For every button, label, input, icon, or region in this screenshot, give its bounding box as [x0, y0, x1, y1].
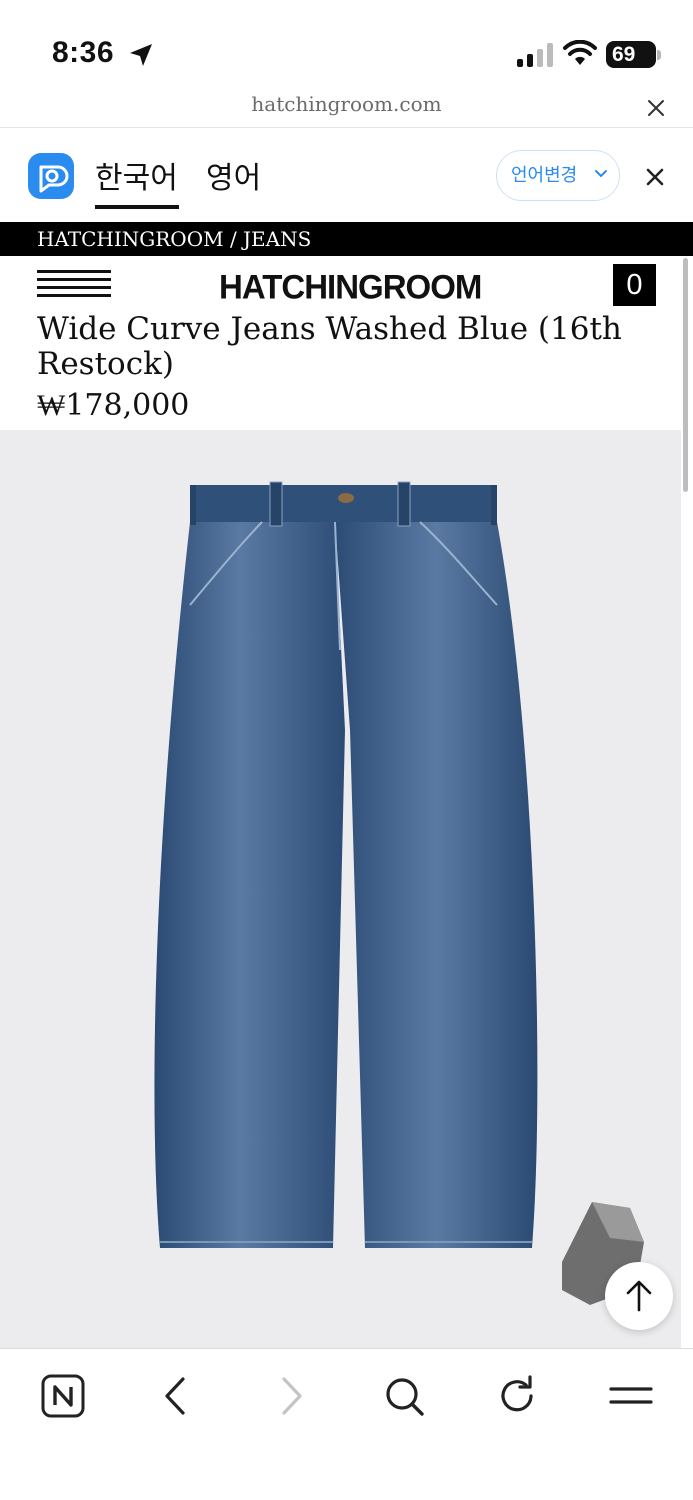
arrow-up-icon [626, 1280, 652, 1312]
url-bar[interactable]: hatchingroom.com [0, 88, 693, 128]
scroll-to-top-button[interactable] [605, 1262, 673, 1330]
url-text[interactable]: hatchingroom.com [0, 92, 693, 116]
tab-english[interactable]: 영어 [206, 153, 261, 197]
forward-icon [282, 1377, 302, 1415]
naver-home-button[interactable] [38, 1371, 88, 1421]
chevron-down-icon [595, 170, 607, 178]
bottom-toolbar [0, 1348, 693, 1500]
translate-bar: 한국어 영어 언어변경 [0, 129, 693, 222]
scrollbar[interactable] [683, 258, 688, 492]
location-arrow-icon [130, 44, 152, 66]
menu-icon [609, 1387, 653, 1404]
site-header: HATCHINGROOM 0 Wide Curve Jeans Washed B… [0, 256, 681, 430]
status-time: 8:36 [52, 36, 115, 69]
refresh-icon [501, 1375, 533, 1412]
tab-korean[interactable]: 한국어 [95, 153, 178, 197]
refresh-button[interactable] [492, 1371, 542, 1421]
papago-logo-icon [28, 153, 74, 199]
site-logo[interactable]: HATCHINGROOM [219, 267, 482, 307]
search-button[interactable] [379, 1371, 429, 1421]
cellular-signal-icon [517, 43, 555, 67]
product-title: Wide Curve Jeans Washed Blue (16th Resto… [37, 311, 622, 382]
product-image[interactable] [0, 430, 681, 1348]
wifi-icon [563, 40, 597, 65]
cart-count-badge[interactable]: 0 [613, 264, 656, 306]
search-icon [386, 1378, 424, 1416]
product-price: ₩178,000 [37, 388, 190, 423]
naver-home-icon [41, 1374, 85, 1418]
close-icon[interactable] [646, 98, 666, 118]
battery-cap [657, 50, 661, 60]
breadcrumb[interactable]: HATCHINGROOM / JEANS [0, 222, 693, 256]
status-bar: 8:36 69 [0, 0, 693, 88]
hamburger-menu-icon[interactable] [37, 270, 111, 297]
close-icon[interactable] [645, 167, 665, 187]
active-tab-indicator [95, 205, 179, 209]
change-language-label: 언어변경 [511, 165, 578, 186]
battery-indicator: 69 [606, 41, 656, 68]
back-icon [165, 1377, 185, 1415]
forward-button[interactable] [266, 1371, 316, 1421]
back-button[interactable] [151, 1371, 201, 1421]
jeans-photo [154, 481, 644, 1305]
menu-button[interactable] [606, 1371, 656, 1421]
